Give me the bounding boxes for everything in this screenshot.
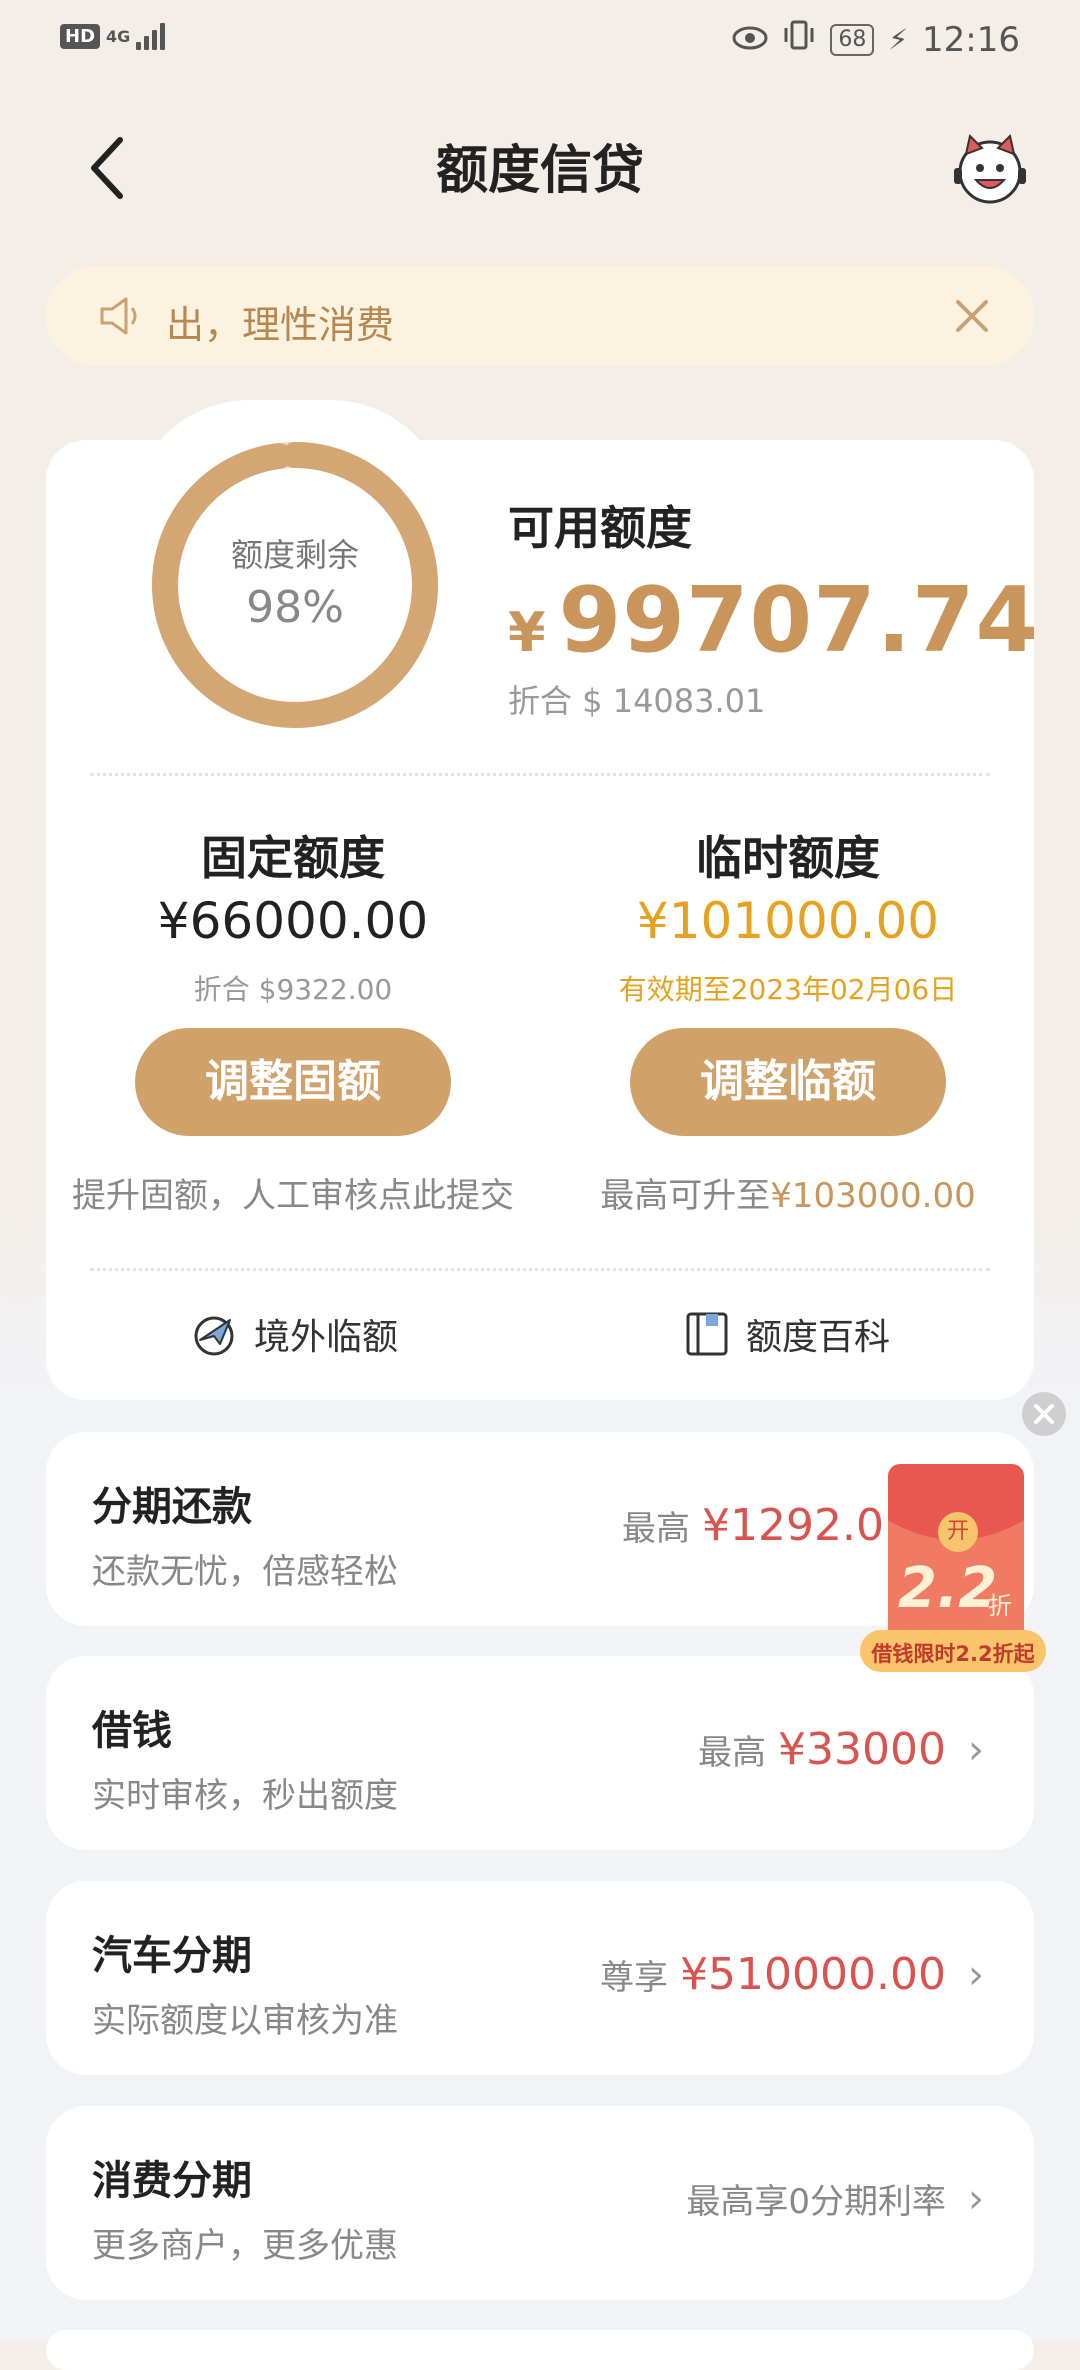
speaker-icon <box>98 296 148 340</box>
value-amount: ¥510000.00 <box>680 1949 946 2000</box>
list-item-subtitle: 实际额度以审核为准 <box>92 2001 398 2041</box>
overseas-label: 境外临额 <box>254 1317 399 1358</box>
adjust-temp-button[interactable]: 调整临额 <box>630 1028 946 1136</box>
chevron-right-icon: › <box>968 2175 984 2222</box>
available-converted: 折合 $ 14083.01 <box>508 682 766 720</box>
fixed-hint-link[interactable]: 提升固额，人工审核点此提交 <box>23 1168 563 1217</box>
list-item-subtitle: 实时审核，秒出额度 <box>92 1776 398 1816</box>
ring-label: 额度剩余 <box>230 536 359 574</box>
list-item-title: 消费分期 <box>92 2158 252 2204</box>
value-prefix: 最高 <box>622 1509 691 1549</box>
promo-open-badge: 开 <box>938 1512 978 1552</box>
promo-caption: 借钱限时2.2折起 <box>871 1642 1035 1666</box>
list-item-car-installment[interactable]: 汽车分期 实际额度以审核为准 尊享 ¥510000.00 › <box>46 1881 1034 2075</box>
page-title: 额度信贷 <box>435 141 644 201</box>
temp-hint-prefix: 最高可升至 <box>600 1176 771 1216</box>
currency-symbol: ¥ <box>508 601 547 664</box>
promo-discount: 2.2 <box>898 1556 998 1621</box>
overseas-temp-credit-link[interactable]: 境外临额 <box>190 1308 398 1360</box>
book-icon <box>686 1312 728 1356</box>
wiki-label: 额度百科 <box>746 1317 891 1358</box>
list-item-value: 最高享0分期利率 › <box>686 2174 984 2223</box>
list-item-value: 最高 ¥33000 › <box>698 1724 984 1775</box>
adjust-fixed-button[interactable]: 调整固额 <box>135 1028 451 1136</box>
fixed-converted: 折合 $9322.00 <box>193 973 393 1006</box>
chevron-right-icon: › <box>968 1726 984 1773</box>
temp-hint: 最高可升至¥103000.00 <box>518 1168 1058 1217</box>
status-right: 68 ⚡ 12:16 <box>732 18 1020 61</box>
network-type: 4G <box>106 26 131 46</box>
list-item-value: 尊享 ¥510000.00 › <box>600 1949 984 2000</box>
promo-unit: 折 <box>988 1592 1012 1620</box>
divider <box>90 773 990 776</box>
eye-icon <box>732 20 768 60</box>
battery-level: 68 <box>830 23 875 56</box>
promo-red-packet[interactable]: 开 2.2 折 借钱限时2.2折起 <box>858 1460 1048 1680</box>
mascot-icon <box>954 134 1026 204</box>
value-amount: ¥33000 <box>778 1724 946 1775</box>
divider <box>90 1268 990 1271</box>
temp-title: 临时额度 <box>696 831 880 885</box>
notice-bar[interactable]: 出，理性消费 <box>46 266 1034 366</box>
fixed-amount: ¥66000.00 <box>157 892 429 950</box>
list-item-title: 借钱 <box>92 1708 172 1754</box>
vibrate-icon <box>782 18 816 61</box>
temp-validity: 有效期至2023年02月06日 <box>618 973 958 1006</box>
service-mascot-button[interactable] <box>950 128 1030 208</box>
temp-hint-amount: ¥103000.00 <box>770 1176 976 1216</box>
close-icon <box>1034 1404 1054 1424</box>
notice-text: 出，理性消费 <box>166 303 395 347</box>
status-left: HD 4G <box>60 22 166 50</box>
available-amount: ¥99707.74 <box>508 568 1039 673</box>
list-item-value: 最高 ¥1292.0 <box>622 1500 884 1551</box>
value-amount: ¥1292.0 <box>702 1500 884 1551</box>
list-item-subtitle: 还款无忧，倍感轻松 <box>92 1552 398 1592</box>
value-prefix: 尊享 <box>600 1958 669 1998</box>
list-item-title: 汽车分期 <box>92 1933 252 1979</box>
value-prefix: 最高享0分期利率 <box>686 2182 946 2222</box>
credit-wiki-link[interactable]: 额度百科 <box>684 1308 890 1360</box>
status-bar: HD 4G 68 ⚡ 12:16 <box>0 0 1080 80</box>
charging-icon: ⚡ <box>888 23 909 56</box>
available-title: 可用额度 <box>508 501 692 555</box>
next-card-peek <box>46 2330 1034 2370</box>
list-item-subtitle: 更多商户，更多优惠 <box>92 2226 398 2266</box>
clock: 12:16 <box>922 19 1020 60</box>
list-item-consumer-installment[interactable]: 消费分期 更多商户，更多优惠 最高享0分期利率 › <box>46 2106 1034 2300</box>
chevron-right-icon: › <box>968 1951 984 1998</box>
fixed-title: 固定额度 <box>201 831 385 885</box>
available-value: 99707.74 <box>558 568 1040 673</box>
promo-close-button[interactable] <box>1022 1392 1066 1436</box>
close-icon[interactable] <box>950 294 994 338</box>
plane-globe-icon <box>194 1316 234 1356</box>
list-item-borrow[interactable]: 借钱 实时审核，秒出额度 最高 ¥33000 › <box>46 1656 1034 1850</box>
temp-amount: ¥101000.00 <box>636 892 940 950</box>
ring-percent: 98% <box>246 582 344 633</box>
value-prefix: 最高 <box>698 1733 767 1773</box>
signal-icon <box>136 22 166 50</box>
list-item-title: 分期还款 <box>92 1484 252 1530</box>
hd-badge: HD <box>60 23 101 49</box>
